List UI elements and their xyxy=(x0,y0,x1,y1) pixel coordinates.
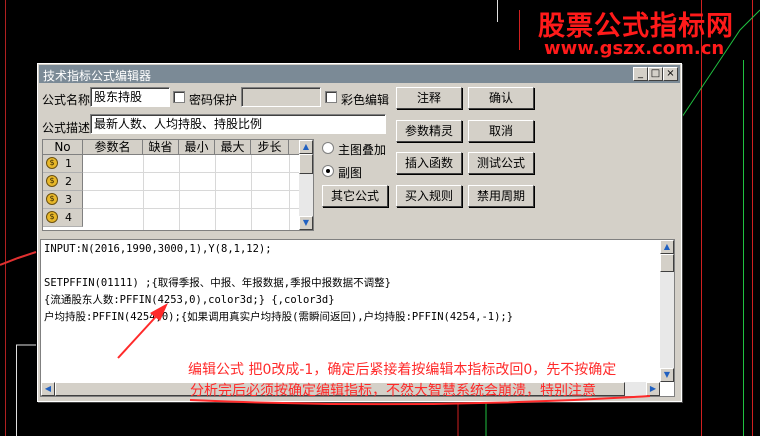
annotation-text: 编辑公式 把0改成-1，确定后紧接着按编辑本指标改回0，先不按确定 xyxy=(188,362,617,378)
annotation-text: 分析完后必须按确定编辑指标，不然大智慧系统会崩溃，特别注意 xyxy=(190,383,596,399)
